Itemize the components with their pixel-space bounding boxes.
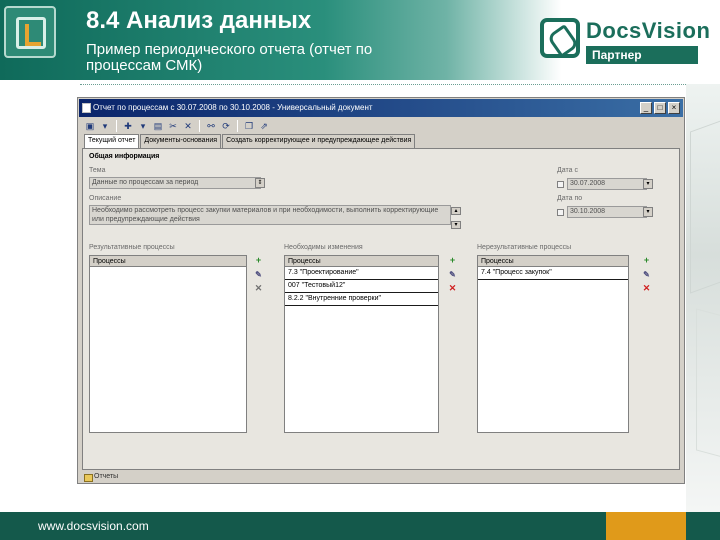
required-changes-label: Необходимы изменения: [284, 244, 363, 251]
list-column-header[interactable]: Процессы: [90, 256, 246, 267]
status-bar: Отчеты: [82, 472, 680, 482]
slide-number: Слайд: 44: [616, 7, 673, 21]
minimize-button[interactable]: _: [640, 102, 652, 114]
add-icon[interactable]: +: [447, 255, 458, 266]
section-title: Общая информация: [89, 153, 160, 160]
tab-current-report[interactable]: Текущий отчет: [84, 134, 140, 148]
docsvision-logo-text: DocsVision: [586, 18, 711, 43]
list-item[interactable]: 7.4 "Процесс закупок": [478, 267, 628, 280]
delete-icon[interactable]: ✕: [447, 283, 458, 294]
date-from-checkbox[interactable]: [557, 181, 564, 188]
document-icon: [82, 103, 91, 113]
list-item[interactable]: 007 "Тестовый12": [285, 280, 438, 293]
date-from-field[interactable]: 30.07.2008: [567, 178, 647, 190]
date-to-field[interactable]: 30.10.2008: [567, 206, 647, 218]
ineffective-processes-list[interactable]: Процессы 7.4 "Процесс закупок": [477, 255, 629, 433]
maximize-button[interactable]: □: [654, 102, 666, 114]
tab-strip: Текущий отчет Документы-основания Создат…: [84, 134, 416, 148]
scroll-up-icon[interactable]: ▴: [451, 207, 461, 215]
effective-processes-label: Результативные процессы: [89, 244, 175, 251]
edit-icon[interactable]: ✎: [641, 269, 652, 280]
date-to-label: Дата по: [557, 195, 583, 202]
date-to-checkbox[interactable]: [557, 209, 564, 216]
tab-create-actions[interactable]: Создать корректирующее и предупреждающее…: [222, 134, 416, 148]
window-title: Отчет по процессам с 30.07.2008 по 30.10…: [93, 103, 373, 112]
toolbar-separator: [116, 120, 117, 132]
slide-number-box: [606, 512, 686, 540]
chevron-down-icon[interactable]: ▾: [643, 179, 653, 189]
delete-icon[interactable]: ✕: [641, 283, 652, 294]
ineffective-processes-label: Нерезультативные процессы: [477, 244, 572, 251]
copy-icon[interactable]: ❐: [243, 120, 255, 132]
tab-base-documents[interactable]: Документы-основания: [140, 134, 222, 148]
new-icon[interactable]: ✚: [122, 120, 134, 132]
cut-icon[interactable]: ✂: [167, 120, 179, 132]
expand-icon[interactable]: ⇕: [255, 178, 265, 188]
toolbar-separator: [199, 120, 200, 132]
close-button[interactable]: ×: [668, 102, 680, 114]
footer-url: www.docsvision.com: [38, 519, 149, 533]
list-column-header[interactable]: Процессы: [285, 256, 438, 267]
subject-label: Тема: [89, 167, 106, 174]
toolbar-separator: [237, 120, 238, 132]
edit-icon[interactable]: ✎: [447, 269, 458, 280]
slide-title: 8.4 Анализ данных: [86, 7, 312, 34]
description-label: Описание: [89, 195, 122, 202]
list-column-header[interactable]: Процессы: [478, 256, 628, 267]
company-logo: [4, 6, 56, 58]
link-icon[interactable]: ⚯: [205, 120, 217, 132]
description-field[interactable]: Необходимо рассмотреть процесс закупки м…: [89, 205, 451, 225]
save-icon[interactable]: ▣: [84, 120, 96, 132]
scroll-down-icon[interactable]: ▾: [451, 221, 461, 229]
add-icon[interactable]: +: [641, 255, 652, 266]
trash-icon[interactable]: ▤: [152, 120, 164, 132]
window-titlebar[interactable]: Отчет по процессам с 30.07.2008 по 30.10…: [79, 99, 683, 117]
effective-processes-list[interactable]: Процессы: [89, 255, 247, 433]
chevron-down-icon[interactable]: ▾: [643, 207, 653, 217]
form-panel: Общая информация Тема Данные по процесса…: [82, 148, 680, 470]
document-window: Отчет по процессам с 30.07.2008 по 30.10…: [77, 97, 685, 484]
partner-badge: Партнер: [586, 46, 698, 64]
add-icon[interactable]: +: [253, 255, 264, 266]
delete-icon[interactable]: ✕: [253, 283, 264, 294]
export-icon[interactable]: ⇗: [258, 120, 270, 132]
date-from-label: Дата с: [557, 167, 578, 174]
close-icon[interactable]: ✕: [182, 120, 194, 132]
docsvision-logo: DocsVision Партнер: [540, 14, 710, 66]
toolbar: ▣ ▾ ✚ ▾ ▤ ✂ ✕ ⚯ ⟳ ❐ ⇗: [80, 118, 684, 134]
side-decoration: [686, 84, 720, 512]
edit-icon[interactable]: ✎: [253, 269, 264, 280]
list-item[interactable]: 8.2.2 "Внутренние проверки": [285, 293, 438, 306]
slide-subtitle: Пример периодического отчета (отчет по п…: [86, 41, 373, 74]
chevron-down-icon[interactable]: ▾: [137, 120, 149, 132]
chevron-down-icon[interactable]: ▾: [99, 120, 111, 132]
subject-field[interactable]: Данные по процессам за период: [89, 177, 261, 189]
refresh-icon[interactable]: ⟳: [220, 120, 232, 132]
list-item[interactable]: 7.3 "Проектирование": [285, 267, 438, 280]
docsvision-mark-icon: [540, 18, 580, 58]
required-changes-list[interactable]: Процессы 7.3 "Проектирование" 007 "Тесто…: [284, 255, 439, 433]
header-divider: [80, 84, 720, 85]
